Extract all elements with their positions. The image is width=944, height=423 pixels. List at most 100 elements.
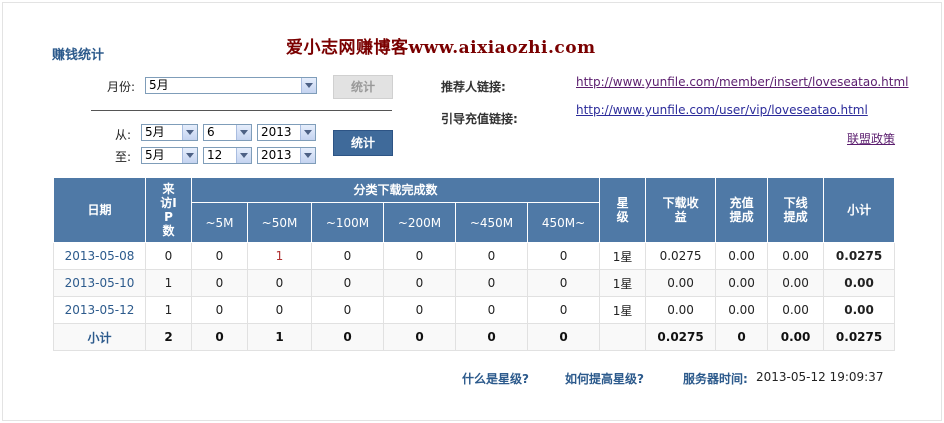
- chevron-down-icon[interactable]: [182, 148, 197, 163]
- from-month-select[interactable]: 5月: [141, 124, 198, 141]
- header-cat-50m: ~50M: [247, 202, 312, 243]
- table-row: 2013-05-12 1 0 0 0 0 0 0 1星 0.00 0.00 0.…: [53, 296, 896, 324]
- month-select-value: 5月: [149, 78, 169, 92]
- row-download: 0.0275: [645, 242, 717, 270]
- recharge-label: 引导充值链接:: [441, 112, 518, 126]
- chevron-down-icon[interactable]: [301, 78, 316, 93]
- from-year-select[interactable]: 2013: [257, 124, 316, 141]
- to-month-select[interactable]: 5月: [141, 147, 198, 164]
- chevron-down-icon[interactable]: [236, 125, 251, 140]
- range-stat-button[interactable]: 统计: [333, 130, 393, 156]
- from-year-value: 2013: [261, 125, 292, 139]
- total-download: 0.0275: [645, 323, 717, 351]
- table-row: 2013-05-08 0 0 1 0 0 0 0 1星 0.0275 0.00 …: [53, 242, 896, 270]
- row-cat-2: 1: [247, 242, 312, 270]
- header-download-income: 下载收益: [645, 177, 717, 243]
- stats-table: 日期 来访IP数 分类下载完成数 星级 下载收益 充值提成 下线提成 小计 ~5…: [53, 177, 896, 351]
- row-recharge: 0.00: [715, 269, 769, 297]
- total-cat-2: 1: [247, 323, 312, 351]
- row-cat-6: 0: [526, 269, 601, 297]
- total-cat-6: 0: [526, 323, 601, 351]
- recharge-link[interactable]: http://www.yunfile.com/user/vip/loveseat…: [576, 103, 868, 117]
- row-downline: 0.00: [767, 242, 825, 270]
- what-is-star-link[interactable]: 什么是星级?: [462, 370, 529, 387]
- to-year-select[interactable]: 2013: [257, 147, 316, 164]
- row-subtotal: 0.00: [823, 296, 896, 324]
- total-cat-4: 0: [383, 323, 456, 351]
- row-cat-4: 0: [383, 269, 456, 297]
- row-downline: 0.00: [767, 296, 825, 324]
- total-cat-3: 0: [311, 323, 384, 351]
- referrer-link[interactable]: http://www.yunfile.com/member/insert/lov…: [576, 75, 908, 89]
- row-download: 0.00: [645, 269, 717, 297]
- section-title: 赚钱统计: [52, 48, 105, 63]
- header-star: 星级: [599, 177, 647, 243]
- row-cat-5: 0: [455, 269, 528, 297]
- row-visits: 1: [145, 269, 192, 297]
- to-month-value: 5月: [145, 148, 165, 162]
- to-day-select[interactable]: 12: [203, 147, 252, 164]
- watermark-text: 爱小志网赚博客www.aixiaozhi.com: [286, 38, 596, 58]
- row-date[interactable]: 2013-05-12: [53, 296, 146, 324]
- table-row: 2013-05-10 1 0 0 0 0 0 0 1星 0.00 0.00 0.…: [53, 269, 896, 297]
- from-day-value: 6: [207, 125, 215, 139]
- referrer-label: 推荐人链接:: [441, 80, 506, 94]
- chevron-down-icon[interactable]: [236, 148, 251, 163]
- row-download: 0.00: [645, 296, 717, 324]
- row-date[interactable]: 2013-05-10: [53, 269, 146, 297]
- row-subtotal: 0.0275: [823, 242, 896, 270]
- row-cat-2: 0: [247, 269, 312, 297]
- total-cat-1: 0: [191, 323, 248, 351]
- total-row: 小计 2 0 1 0 0 0 0 0.0275 0 0.00 0.0275: [53, 323, 896, 351]
- from-month-value: 5月: [145, 125, 165, 139]
- total-visits: 2: [145, 323, 192, 351]
- row-recharge: 0.00: [715, 296, 769, 324]
- row-cat-1: 0: [191, 269, 248, 297]
- chevron-down-icon[interactable]: [300, 125, 315, 140]
- server-time-value: 2013-05-12 19:09:37: [756, 370, 884, 384]
- row-cat-6: 0: [526, 296, 601, 324]
- header-cat-100m: ~100M: [311, 202, 384, 243]
- header-category-group: 分类下载完成数: [190, 177, 601, 203]
- total-cat-5: 0: [455, 323, 528, 351]
- filter-divider: [91, 110, 392, 111]
- to-day-value: 12: [207, 148, 223, 162]
- header-cat-450m: ~450M: [455, 202, 528, 243]
- chevron-down-icon[interactable]: [300, 148, 315, 163]
- month-stat-button[interactable]: 统计: [333, 75, 393, 99]
- header-cat-5m: ~5M: [191, 202, 248, 243]
- row-cat-6: 0: [526, 242, 601, 270]
- total-downline: 0.00: [767, 323, 825, 351]
- server-time-label: 服务器时间:: [683, 372, 748, 386]
- row-cat-1: 0: [191, 296, 248, 324]
- row-visits: 0: [145, 242, 192, 270]
- month-label: 月份:: [107, 80, 136, 94]
- to-label: 至:: [115, 150, 132, 164]
- from-label: 从:: [115, 128, 132, 142]
- chevron-down-icon[interactable]: [182, 125, 197, 140]
- row-cat-5: 0: [455, 296, 528, 324]
- header-visits: 来访IP数: [145, 177, 192, 243]
- total-recharge: 0: [715, 323, 769, 351]
- row-star: 1星: [599, 296, 647, 324]
- row-star: 1星: [599, 242, 647, 270]
- to-year-value: 2013: [261, 148, 292, 162]
- header-date: 日期: [53, 177, 146, 243]
- row-cat-2: 0: [247, 296, 312, 324]
- row-downline: 0.00: [767, 269, 825, 297]
- header-cat-200m: ~200M: [383, 202, 456, 243]
- header-subtotal: 小计: [823, 177, 896, 243]
- month-select[interactable]: 5月: [145, 77, 317, 94]
- from-day-select[interactable]: 6: [203, 124, 252, 141]
- row-cat-3: 0: [311, 296, 384, 324]
- improve-star-link[interactable]: 如何提高星级?: [565, 370, 644, 387]
- row-date[interactable]: 2013-05-08: [53, 242, 146, 270]
- total-subtotal: 0.0275: [823, 323, 896, 351]
- header-cat-over-450m: 450M~: [526, 202, 601, 243]
- row-cat-3: 0: [311, 242, 384, 270]
- policy-link[interactable]: 联盟政策: [847, 130, 895, 147]
- row-star: 1星: [599, 269, 647, 297]
- row-cat-1: 0: [191, 242, 248, 270]
- header-downline-income: 下线提成: [767, 177, 825, 243]
- row-cat-3: 0: [311, 269, 384, 297]
